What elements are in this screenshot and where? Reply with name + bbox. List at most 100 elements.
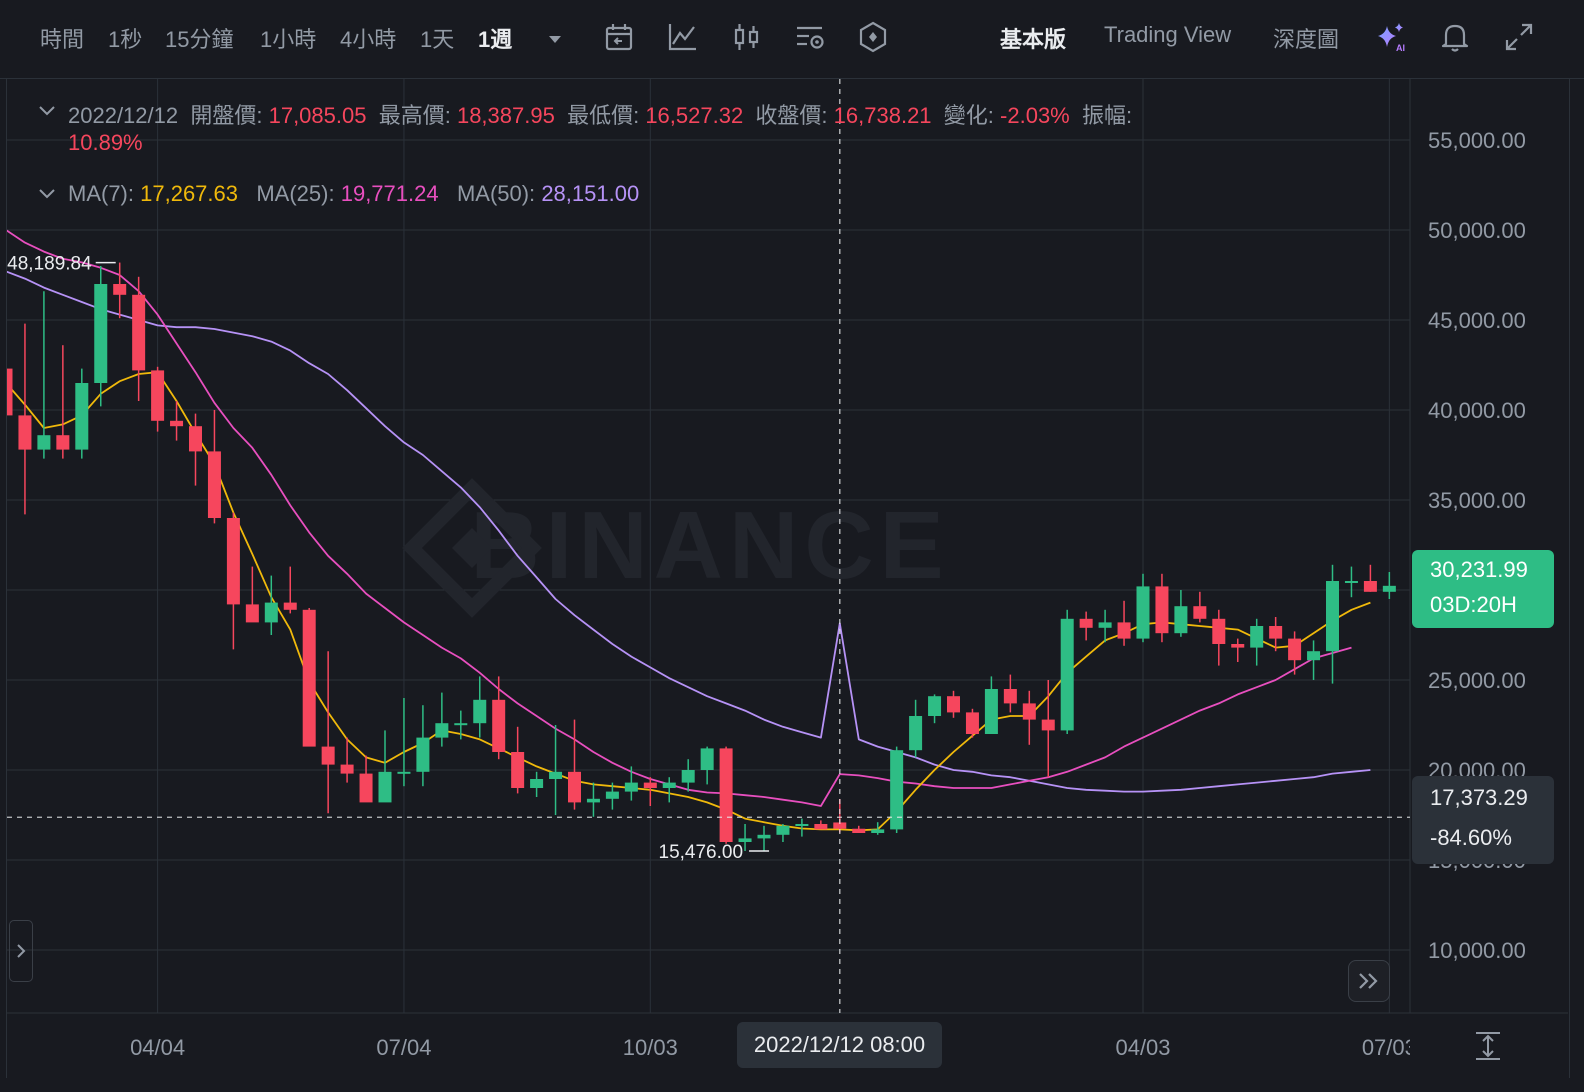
chevron-right-icon bbox=[17, 944, 26, 958]
candle bbox=[1022, 690, 1036, 745]
candle bbox=[928, 694, 942, 724]
price-tick-label: 55,000.00 bbox=[1428, 128, 1526, 153]
candle-body bbox=[94, 284, 108, 383]
candle bbox=[1288, 631, 1302, 675]
candle-body bbox=[37, 435, 51, 450]
candle-body bbox=[245, 604, 259, 623]
candle-body bbox=[1060, 618, 1074, 731]
candle bbox=[1193, 591, 1207, 623]
candle bbox=[1326, 564, 1339, 684]
candle bbox=[1231, 638, 1245, 662]
cursor-price-value: 17,373.29 bbox=[1430, 785, 1528, 810]
candle-body bbox=[624, 782, 638, 792]
legend-collapse-icon[interactable] bbox=[36, 100, 58, 122]
candle bbox=[757, 825, 771, 851]
candle bbox=[245, 566, 259, 623]
candle-body bbox=[56, 435, 70, 450]
candle-body bbox=[1136, 586, 1150, 639]
close-label: 收盤價: bbox=[755, 103, 828, 128]
candle-body bbox=[1307, 651, 1321, 661]
candle-body bbox=[1155, 586, 1169, 634]
candle-body bbox=[189, 426, 202, 452]
candle bbox=[75, 368, 89, 459]
candle-body bbox=[549, 771, 563, 779]
amplitude-label: 振幅: bbox=[1081, 103, 1133, 128]
candle bbox=[18, 323, 32, 515]
candlestick-chart[interactable]: BINANCE 10,000.0015,000.0020,000.0025,00… bbox=[0, 0, 1584, 1092]
candle-body bbox=[1174, 606, 1188, 634]
candle bbox=[965, 708, 979, 738]
ma-collapse-icon[interactable] bbox=[36, 183, 58, 205]
candle bbox=[113, 262, 127, 319]
candle-body bbox=[909, 716, 923, 751]
candle bbox=[1363, 564, 1377, 592]
auto-scale-icon[interactable] bbox=[1470, 1028, 1506, 1064]
change-value: -2.03% bbox=[1000, 103, 1070, 128]
candle-body bbox=[530, 779, 544, 788]
candle bbox=[226, 512, 240, 650]
candle-body bbox=[984, 689, 998, 734]
candle-body bbox=[814, 824, 828, 830]
candle bbox=[719, 746, 733, 844]
candle bbox=[1307, 640, 1321, 680]
candle bbox=[321, 651, 335, 814]
low-label: 15,476.00 bbox=[659, 842, 744, 863]
candle-body bbox=[454, 723, 468, 726]
candle-body bbox=[700, 748, 714, 770]
time-tick-label: 04/04 bbox=[130, 1035, 185, 1060]
candle bbox=[833, 799, 847, 833]
candle-body bbox=[378, 771, 392, 803]
high-label: 48,189.84 bbox=[7, 254, 92, 275]
candle-body bbox=[643, 782, 657, 788]
price-tick-label: 50,000.00 bbox=[1428, 218, 1526, 243]
candle bbox=[890, 746, 904, 833]
candle bbox=[1098, 609, 1112, 643]
left-expand-handle[interactable] bbox=[9, 920, 33, 982]
price-tick-label: 10,000.00 bbox=[1428, 938, 1526, 963]
candle bbox=[1117, 600, 1131, 646]
ma50-value: 28,151.00 bbox=[541, 181, 640, 206]
candle-body bbox=[852, 828, 866, 833]
ma25-value: 19,771.24 bbox=[340, 181, 439, 206]
price-tick-label: 40,000.00 bbox=[1428, 398, 1526, 423]
ma7-value: 17,267.63 bbox=[140, 181, 238, 206]
ma-legend: MA(7): 17,267.63 MA(25): 19,771.24 MA(50… bbox=[68, 181, 639, 207]
candle bbox=[207, 410, 221, 524]
change-label: 變化: bbox=[943, 103, 994, 128]
candle-body bbox=[1079, 618, 1093, 628]
countdown-value: 03D:20H bbox=[1430, 592, 1517, 617]
amplitude-value: 10.89% bbox=[68, 130, 143, 155]
candle-body bbox=[1326, 581, 1339, 652]
candle bbox=[1212, 609, 1226, 666]
candle bbox=[1250, 618, 1264, 666]
candle bbox=[37, 291, 51, 459]
candle-body bbox=[1269, 626, 1283, 639]
legend-date: 2022/12/12 bbox=[68, 103, 179, 128]
time-tick-label: 07/03 bbox=[1362, 1035, 1417, 1060]
candle bbox=[909, 699, 923, 758]
candle-body bbox=[18, 415, 32, 450]
candle bbox=[1041, 680, 1055, 778]
candle bbox=[776, 824, 790, 842]
candle-body bbox=[1022, 703, 1036, 720]
candle-body bbox=[1344, 581, 1358, 583]
candle-body bbox=[492, 699, 506, 752]
candle-body bbox=[776, 825, 790, 835]
candle bbox=[624, 766, 638, 801]
low-label: 最低價: bbox=[567, 103, 640, 128]
candle-body bbox=[1117, 622, 1131, 639]
candle-body bbox=[1098, 622, 1112, 628]
cursor-change-value: -84.60% bbox=[1430, 825, 1512, 850]
candle bbox=[56, 345, 70, 459]
scroll-to-latest-button[interactable] bbox=[1348, 960, 1390, 1002]
candle bbox=[94, 266, 108, 407]
candle-body bbox=[719, 748, 733, 842]
candle-body bbox=[1250, 626, 1264, 648]
candle bbox=[1136, 573, 1150, 643]
candle-body bbox=[397, 771, 411, 774]
high-value: 18,387.95 bbox=[456, 103, 555, 128]
candle-body bbox=[1231, 644, 1245, 648]
candle-body bbox=[1212, 618, 1226, 644]
candle-body bbox=[340, 764, 354, 774]
low-value: 16,527.32 bbox=[645, 103, 744, 128]
